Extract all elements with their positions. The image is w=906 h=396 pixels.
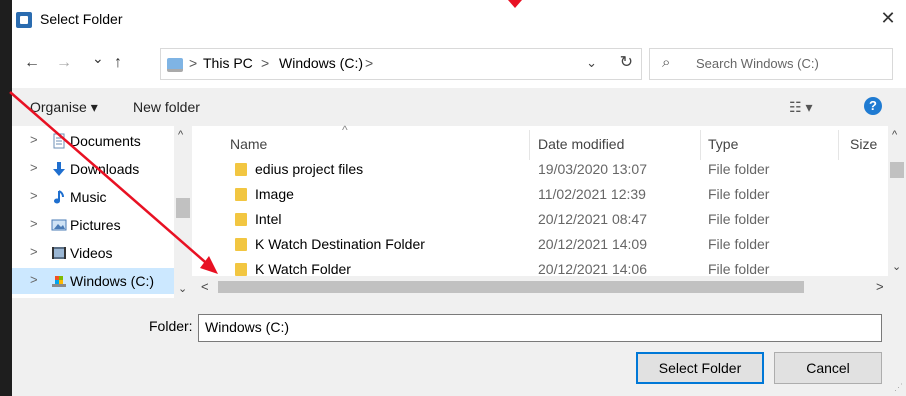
annotation-overlay bbox=[9, 0, 522, 274]
annotation-arrow-line bbox=[9, 91, 213, 269]
annotation-marker bbox=[508, 0, 522, 8]
